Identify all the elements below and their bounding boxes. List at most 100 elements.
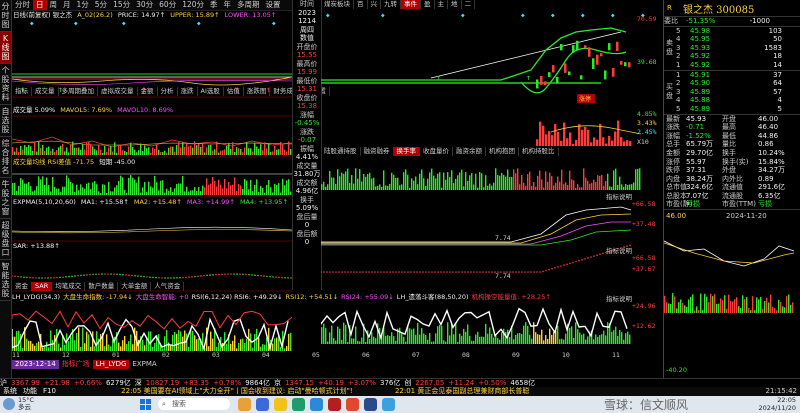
- mid-price-hi: 70.59: [637, 15, 657, 23]
- stock-app-icon[interactable]: [328, 398, 341, 411]
- indicator-tab-1[interactable]: 成交量: [32, 87, 59, 96]
- left-tab-1[interactable]: K线图: [0, 32, 11, 64]
- period-tab-1[interactable]: 日: [33, 0, 47, 10]
- indicator-tab-8[interactable]: 估值: [224, 87, 244, 96]
- period-tab-5[interactable]: 5分: [92, 0, 110, 10]
- period-tab-7[interactable]: 30分: [133, 0, 156, 10]
- stat-row: 涨跌 -0.71 最高 46.40: [666, 123, 800, 132]
- app-icon-4[interactable]: [310, 398, 323, 411]
- mid-tab-1[interactable]: 百: [354, 0, 368, 9]
- weibi-value: -51.35%: [686, 17, 716, 25]
- info-value: 1214: [298, 17, 316, 25]
- small-tab-0[interactable]: 资金: [12, 282, 32, 291]
- period-tab-2[interactable]: 周: [47, 0, 61, 10]
- left-tab-4[interactable]: 综合排名: [0, 137, 11, 178]
- small-tab-3[interactable]: 散户数量: [85, 282, 119, 291]
- left-tab-0[interactable]: 分时图: [0, 0, 11, 32]
- app-icon-6[interactable]: [364, 398, 377, 411]
- bottom-tab-2[interactable]: EXPMA: [129, 360, 159, 369]
- buy-row: 5 45.89 5: [676, 105, 800, 114]
- mid-data-tab-2[interactable]: 换手率: [393, 147, 420, 156]
- btm-val-hi: +24.96: [632, 302, 656, 310]
- indicator-tab-0[interactable]: 指标: [12, 87, 32, 96]
- bottom-indicator-3: RSI(6,12,24) RSI6: +49.29↓: [191, 293, 283, 301]
- left-tab-7[interactable]: 智能选股: [0, 260, 11, 301]
- period-tab-6[interactable]: 15分: [110, 0, 133, 10]
- mid-tab-7[interactable]: 地: [448, 0, 462, 9]
- buy-row: 4 45.88 4: [676, 96, 800, 105]
- search-box[interactable]: ⌕ 搜索: [158, 398, 230, 410]
- period-tab-0[interactable]: 分时: [12, 0, 33, 10]
- app-icon-1[interactable]: [238, 398, 251, 411]
- small-tab-1[interactable]: SAR: [32, 282, 53, 291]
- mid-data-tab-5[interactable]: 机构抱团: [486, 147, 519, 156]
- clock[interactable]: 22:05 2024/11/20: [759, 396, 796, 412]
- app-icon-7[interactable]: [382, 398, 395, 411]
- bottom-tab-1[interactable]: LH_LYDG: [92, 360, 130, 369]
- period-tab-4[interactable]: 1分: [74, 0, 92, 10]
- period-tab-9[interactable]: 120分: [179, 0, 207, 10]
- app-icon-2[interactable]: [256, 398, 269, 411]
- indicator-tab-2[interactable]: 多周期叠加: [59, 87, 98, 96]
- stat-value: 46.40: [758, 123, 779, 132]
- period-tab-13[interactable]: 设置: [263, 0, 284, 10]
- left-tab-3[interactable]: 自选股: [0, 105, 11, 137]
- stat-value: 291.6亿: [758, 183, 786, 192]
- indicator-desc-2[interactable]: 指标说明: [606, 245, 632, 255]
- stat-label: 总市值: [666, 183, 687, 192]
- mid-data-tab-4[interactable]: 融资余额: [453, 147, 486, 156]
- period-tab-8[interactable]: 60分: [156, 0, 179, 10]
- app-icon-5[interactable]: [346, 398, 359, 411]
- indicator-tab-9[interactable]: 涨跌图: [244, 87, 271, 96]
- small-tab-5[interactable]: 人气资金: [151, 282, 185, 291]
- mid-data-tab-0[interactable]: 陆股通持股: [321, 147, 361, 156]
- folder-icon[interactable]: [274, 398, 287, 411]
- ticker-item: 创: [404, 379, 412, 387]
- mid-tab-2[interactable]: 兴: [368, 0, 381, 9]
- ticker-item: 京: [274, 379, 282, 387]
- mid-data-tab-6[interactable]: 机构持股比: [519, 147, 559, 156]
- mid-pct-3: 2.45%: [637, 128, 657, 136]
- indicator-desc-1[interactable]: 指标说明: [606, 191, 632, 201]
- period-tab-10[interactable]: 季: [207, 0, 221, 10]
- period-tab-12[interactable]: 多周期: [234, 0, 263, 10]
- small-tab-4[interactable]: 大单金额: [118, 282, 152, 291]
- cap-short: 短期 -45.00: [99, 158, 136, 166]
- windows-start-icon[interactable]: [140, 399, 152, 410]
- sell-volume: 50: [773, 35, 782, 44]
- info-value: 15.55: [296, 51, 318, 59]
- mid-tab-3[interactable]: 九转: [381, 0, 401, 9]
- left-tab-6[interactable]: 超级盘口: [0, 219, 11, 260]
- period-tab-11[interactable]: 年: [221, 0, 235, 10]
- indicator-tab-3[interactable]: 虚拟成交量: [98, 87, 138, 96]
- indicator-tab-6[interactable]: 涨跌: [178, 87, 198, 96]
- indicator-tab-7[interactable]: AI选股: [198, 87, 224, 96]
- mid-tab-8[interactable]: 二: [462, 0, 475, 9]
- mid-data-tab-3[interactable]: 收盘量价: [420, 147, 453, 156]
- bottom-tab-0[interactable]: 指标广场: [59, 360, 93, 369]
- mid-tab-5[interactable]: 盈: [421, 0, 435, 9]
- sell-row: 1 45.92 14: [676, 61, 800, 70]
- mid-tab-6[interactable]: 主: [435, 0, 448, 9]
- svg-text:◆: ◆: [611, 12, 615, 19]
- news-line-1[interactable]: 22:05 美国要在AI领域上"大力全开"丨国会收到建议: 启动"曼哈顿式计划"…: [121, 387, 353, 395]
- info-label: 盘后量: [296, 212, 318, 221]
- left-tab-2[interactable]: 个股资料: [0, 64, 11, 105]
- ticker-item: +21.98: [43, 379, 70, 387]
- mid-tab-4[interactable]: 事件: [401, 0, 421, 9]
- indicator-tab-4[interactable]: 金额: [138, 87, 158, 96]
- main-indicator-3: UPPER: 15.89↑: [170, 11, 220, 19]
- indicator-tab-5[interactable]: 分析: [158, 87, 178, 96]
- indicator-desc-3[interactable]: 指标说明: [606, 293, 632, 303]
- mid-data-tab-1[interactable]: 融资融券: [361, 147, 394, 156]
- mid-bottom-panel: [321, 307, 631, 344]
- small-tab-2[interactable]: 均笔成交: [52, 282, 86, 291]
- app-icon-3[interactable]: [292, 398, 305, 411]
- left-tab-5[interactable]: 牛股之窗: [0, 178, 11, 219]
- news-line-2[interactable]: 22:01 黄正会见泰国副总理兼财商部长普聪: [395, 387, 529, 395]
- stat-value: 34.27万: [758, 166, 786, 175]
- mid-tab-0[interactable]: 煤炭板块: [321, 0, 354, 9]
- ticker-item: 6279亿: [105, 379, 131, 387]
- weather[interactable]: 15°C 多云: [18, 397, 34, 411]
- period-tab-3[interactable]: 月: [60, 0, 74, 10]
